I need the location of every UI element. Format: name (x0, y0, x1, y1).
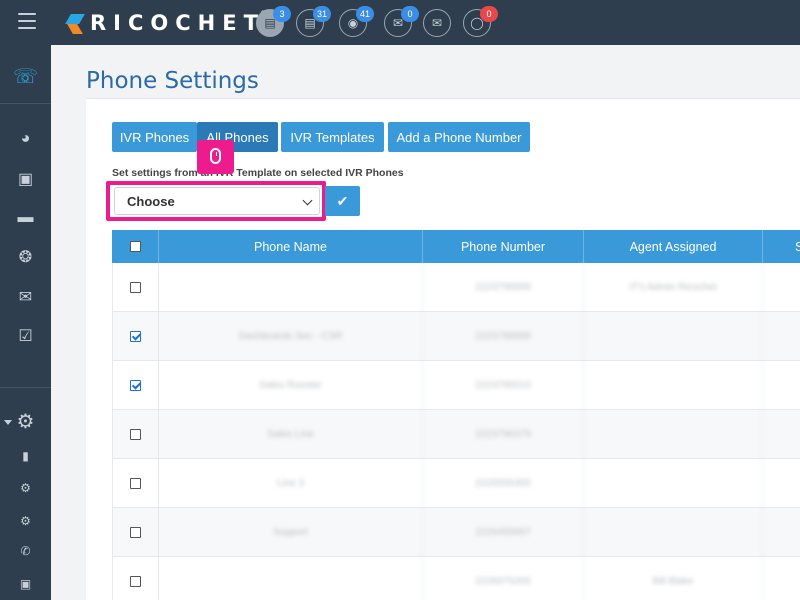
phone-number-cell: 2223799999 (423, 312, 584, 361)
notification-badge: 31 (312, 6, 331, 22)
invoice-icon[interactable]: ▤ 31 (296, 6, 331, 37)
notification-badge: 0 (401, 6, 419, 22)
logo-mark-icon (68, 12, 84, 34)
row-checkbox[interactable] (129, 478, 141, 489)
row-select-cell (112, 312, 159, 361)
agent-assigned-cell (584, 459, 763, 508)
phone-book-icon[interactable]: ▣ (0, 569, 51, 599)
sidebar: ☏ ◕ ▣ ▬ ❂ ✉ ☑ ⚙ ▮ ⚙ ⚙ ✆ ▣ (0, 45, 51, 600)
notification-badge: 41 (355, 6, 374, 22)
row-select-cell (112, 263, 159, 312)
agent-assigned-cell (584, 410, 763, 459)
table-row: Dashboards Sec - CSR 2223799999 (112, 312, 800, 361)
row-select-cell (112, 508, 159, 557)
column-header-phone-number[interactable]: Phone Number (423, 230, 584, 263)
phone-dialpad-icon[interactable]: ☏ (0, 61, 51, 91)
row-select-cell (112, 410, 159, 459)
agent-assigned-cell (584, 361, 763, 410)
chevron-down-icon (302, 195, 313, 206)
select-value: Choose (127, 193, 175, 209)
building-icon[interactable]: ▮ (0, 441, 51, 471)
row-select-cell (112, 459, 159, 508)
select-all-cell (112, 230, 159, 263)
select-all-checkbox[interactable] (129, 241, 141, 252)
email-icon[interactable]: ✉ 0 (384, 6, 419, 37)
table-header: Phone Name Phone Number Agent Assigned S (112, 230, 800, 263)
agent-assigned-cell: Bill Blake (584, 557, 763, 600)
phone-name-cell: Line 3 (159, 459, 423, 508)
phone-name-cell: Dashboards Sec - CSR (159, 312, 423, 361)
sidebar-divider (0, 387, 51, 388)
document-icon[interactable]: ▤ 3 (256, 6, 291, 37)
row-select-cell (112, 361, 159, 410)
notification-badge: 3 (273, 6, 291, 22)
table-row: Sales Line 2223796379 (112, 410, 800, 459)
phone-name-cell: Sales Rooster (159, 361, 423, 410)
table-row: 2223799999 IT's Admin Ricochet (112, 263, 800, 312)
top-navigation-bar: RICOCHET 360 ▤ 3 ▤ 31 ◉ 41 ✉ 0 ✉ ◯ 0 (0, 0, 800, 45)
chat-icon[interactable]: ◉ 41 (339, 6, 374, 37)
gears-icon[interactable]: ⚙ (0, 506, 51, 536)
table-row: 2228375265 Bill Blake (112, 557, 800, 600)
tab-add-phone-number[interactable]: Add a Phone Number (388, 122, 530, 152)
tasks-icon[interactable]: ☑ (0, 321, 51, 351)
agent-assigned-cell (584, 508, 763, 557)
column-header-agent-assigned[interactable]: Agent Assigned (584, 230, 763, 263)
hamburger-menu-icon[interactable] (18, 13, 36, 29)
table-row: Support 2226455657 (112, 508, 800, 557)
phone-number-cell: 2223795010 (423, 361, 584, 410)
email-icon[interactable]: ✉ (0, 282, 51, 312)
phone-number-cell: 2226455657 (423, 508, 584, 557)
table-left-border (112, 263, 113, 600)
column-header-s[interactable]: S (763, 230, 800, 263)
row-checkbox[interactable] (129, 429, 141, 440)
row-checkbox[interactable] (129, 380, 141, 391)
phone-name-cell: Sales Line (159, 410, 423, 459)
network-icon[interactable]: ❂ (0, 242, 51, 272)
agent-assigned-cell (584, 312, 763, 361)
brand-name: RICOCHET (90, 11, 265, 35)
phone-name-cell: Support (159, 508, 423, 557)
tab-ivr-phones[interactable]: IVR Phones (112, 122, 197, 152)
pie-chart-icon[interactable]: ◕ (0, 124, 51, 154)
mouse-icon (210, 148, 221, 164)
sms-icon[interactable]: ◯ 0 (463, 6, 498, 37)
phone-number-cell: 2223799999 (423, 263, 584, 312)
phone-number-cell: 2225555300 (423, 459, 584, 508)
phone-icon[interactable]: ✆ (0, 536, 51, 566)
phone-number-cell: 2223796379 (423, 410, 584, 459)
row-checkbox[interactable] (129, 576, 141, 587)
table-row: Line 3 2225555300 (112, 459, 800, 508)
table-row: Sales Rooster 2223795010 (112, 361, 800, 410)
ricochet-logo[interactable]: RICOCHET 360 (68, 8, 276, 38)
page-title: Phone Settings (86, 68, 259, 94)
settings-gear-icon[interactable]: ⚙ (0, 406, 51, 436)
contacts-icon[interactable]: ▣ (0, 164, 51, 194)
click-indicator (197, 140, 234, 174)
phone-name-cell (159, 557, 423, 600)
messages-icon[interactable]: ▬ (0, 203, 51, 233)
phone-name-cell (159, 263, 423, 312)
sidebar-divider (0, 103, 51, 104)
phone-number-cell: 2228375265 (423, 557, 584, 600)
agent-assigned-cell: IT's Admin Ricochet (584, 263, 763, 312)
notification-badge: 0 (480, 6, 498, 22)
row-checkbox[interactable] (129, 527, 141, 538)
check-icon: ✔ (336, 192, 349, 209)
row-checkbox[interactable] (129, 282, 141, 293)
column-header-phone-name[interactable]: Phone Name (159, 230, 423, 263)
row-checkbox[interactable] (129, 331, 141, 342)
apply-template-button[interactable]: ✔ (325, 186, 360, 216)
ivr-template-select[interactable]: Choose (114, 187, 320, 215)
tab-ivr-templates[interactable]: IVR Templates (281, 122, 384, 152)
gear-small-icon[interactable]: ⚙ (0, 473, 51, 503)
row-select-cell (112, 557, 159, 600)
open-envelope-icon[interactable]: ✉ (423, 9, 451, 37)
template-settings-label: Set settings from an IVR Template on sel… (112, 167, 404, 179)
